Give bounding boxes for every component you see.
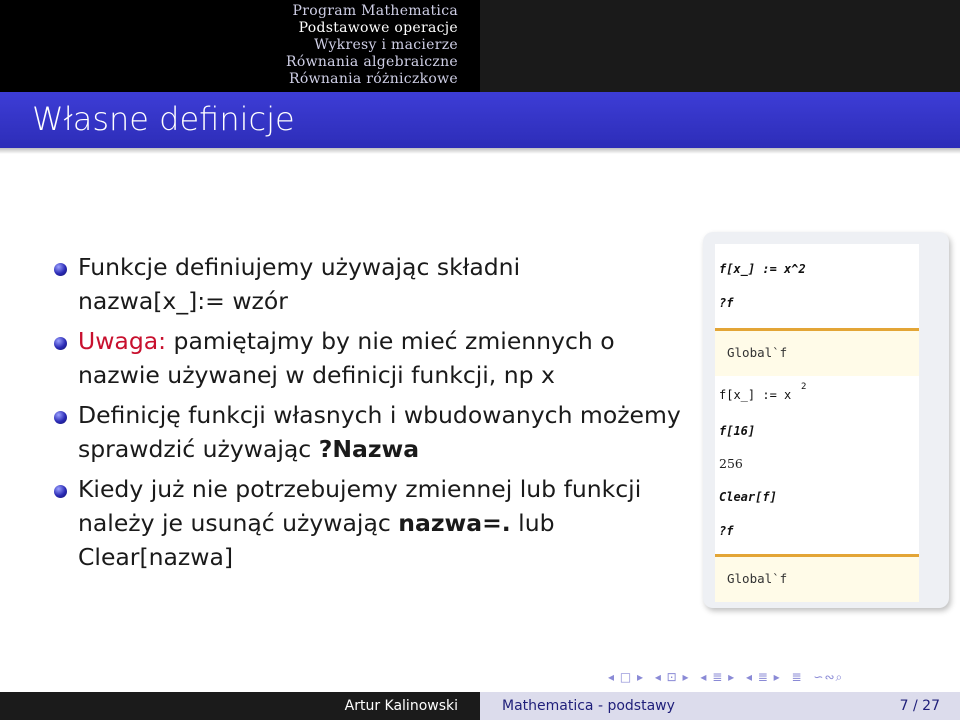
bullet-text: należy je usunąć używając xyxy=(78,509,399,537)
bullet-dot-icon xyxy=(54,263,67,276)
slide-title: Własne definicje xyxy=(32,100,295,138)
slide-title-bar: Własne definicje xyxy=(0,92,960,148)
search-back-icon[interactable]: ∽∾⌕ xyxy=(813,670,843,685)
title-shadow xyxy=(0,148,960,154)
notebook-info-box: Global`f xyxy=(715,554,919,602)
bullet-line: należy je usunąć używając nazwa=. lub xyxy=(78,506,702,540)
bullet-dot-icon xyxy=(54,337,67,350)
notebook-content: f[x_] := x^2 ?f Global`f f[x_] := x 2 f[… xyxy=(715,244,919,602)
header-right-panel xyxy=(480,0,960,92)
nav-section-wykresy[interactable]: Wykresy i macierze xyxy=(0,37,458,54)
notebook-info-text: Global`f xyxy=(727,571,788,586)
notebook-screenshot: f[x_] := x^2 ?f Global`f f[x_] := x 2 f[… xyxy=(703,232,949,608)
bullet-list: Funkcje definiujemy używając składni naz… xyxy=(52,250,702,580)
notebook-superscript: 2 xyxy=(801,382,807,392)
bullet-text: pamiętajmy by nie mieć zmiennych o xyxy=(166,327,615,355)
notebook-input: f[x_] := x^2 xyxy=(719,262,806,276)
bullet-item: Uwaga: pamiętajmy by nie mieć zmiennych … xyxy=(52,324,702,392)
footer-author: Artur Kalinowski xyxy=(0,692,480,720)
section-list: Program Mathematica Podstawowe operacje … xyxy=(0,3,480,88)
bullet-line: sprawdzić używając ?Nazwa xyxy=(78,432,702,466)
bullet-dot-icon xyxy=(54,411,67,424)
bullet-text: lub xyxy=(510,509,555,537)
nav-section-program[interactable]: Program Mathematica xyxy=(0,3,458,20)
bullet-text: sprawdzić używając xyxy=(78,435,319,463)
document-nav-icon[interactable]: ≣ xyxy=(792,670,803,684)
code-term: nazwa=. xyxy=(398,509,511,537)
nav-section-algebraiczne[interactable]: Równania algebraiczne xyxy=(0,54,458,71)
warning-label: Uwaga: xyxy=(78,327,167,355)
bullet-text: nazwie używanej w definicji funkcji, np … xyxy=(78,361,555,389)
frame-nav-icon[interactable]: ◂ □ ▸ xyxy=(608,670,644,684)
header-navigation: Program Mathematica Podstawowe operacje … xyxy=(0,0,960,92)
footer-bar: Artur Kalinowski Mathematica - podstawy … xyxy=(0,692,960,720)
nav-section-operacje[interactable]: Podstawowe operacje xyxy=(0,20,458,37)
bullet-item: Funkcje definiujemy używając składni naz… xyxy=(52,250,702,318)
code-term: ?Nazwa xyxy=(318,435,420,463)
notebook-input: Clear[f] xyxy=(719,490,777,504)
bullet-text: nazwa[x_]:= wzór xyxy=(78,287,288,315)
subsection-list-nav-icon[interactable]: ◂ ≣ ▸ xyxy=(746,670,781,684)
subsection-nav-icon[interactable]: ◂ ⊡ ▸ xyxy=(655,670,690,684)
bullet-item: Kiedy już nie potrzebujemy zmiennej lub … xyxy=(52,472,702,574)
section-nav-icon[interactable]: ◂ ≣ ▸ xyxy=(700,670,735,684)
bullet-text: Funkcje definiujemy używając składni xyxy=(78,253,521,281)
notebook-output: f[x_] := x xyxy=(719,388,792,402)
bullet-dot-icon xyxy=(54,485,67,498)
footer-title-panel: Mathematica - podstawy 7 / 27 xyxy=(480,692,960,720)
notebook-info-box: Global`f xyxy=(715,328,919,376)
bullet-line: Uwaga: pamiętajmy by nie mieć zmiennych … xyxy=(78,324,702,358)
bullet-text: Definicję funkcji własnych i wbudowanych… xyxy=(78,401,681,429)
notebook-input: ?f xyxy=(719,296,734,310)
footer-title: Mathematica - podstawy xyxy=(502,698,675,714)
bullet-item: Definicję funkcji własnych i wbudowanych… xyxy=(52,398,702,466)
notebook-info-text: Global`f xyxy=(727,345,788,360)
page-number: 7 / 27 xyxy=(899,698,940,714)
nav-section-rozniczkowe[interactable]: Równania różniczkowe xyxy=(0,71,458,88)
beamer-navigation: ◂ □ ▸ ◂ ⊡ ▸ ◂ ≣ ▸ ◂ ≣ ▸ ≣ ∽∾⌕ xyxy=(608,670,960,690)
notebook-input: ?f xyxy=(719,524,734,538)
code-term: Clear[nazwa] xyxy=(78,543,234,571)
notebook-input: f[16] xyxy=(719,424,756,438)
bullet-text: Kiedy już nie potrzebujemy zmiennej lub … xyxy=(78,475,642,503)
notebook-output: 256 xyxy=(719,456,743,471)
